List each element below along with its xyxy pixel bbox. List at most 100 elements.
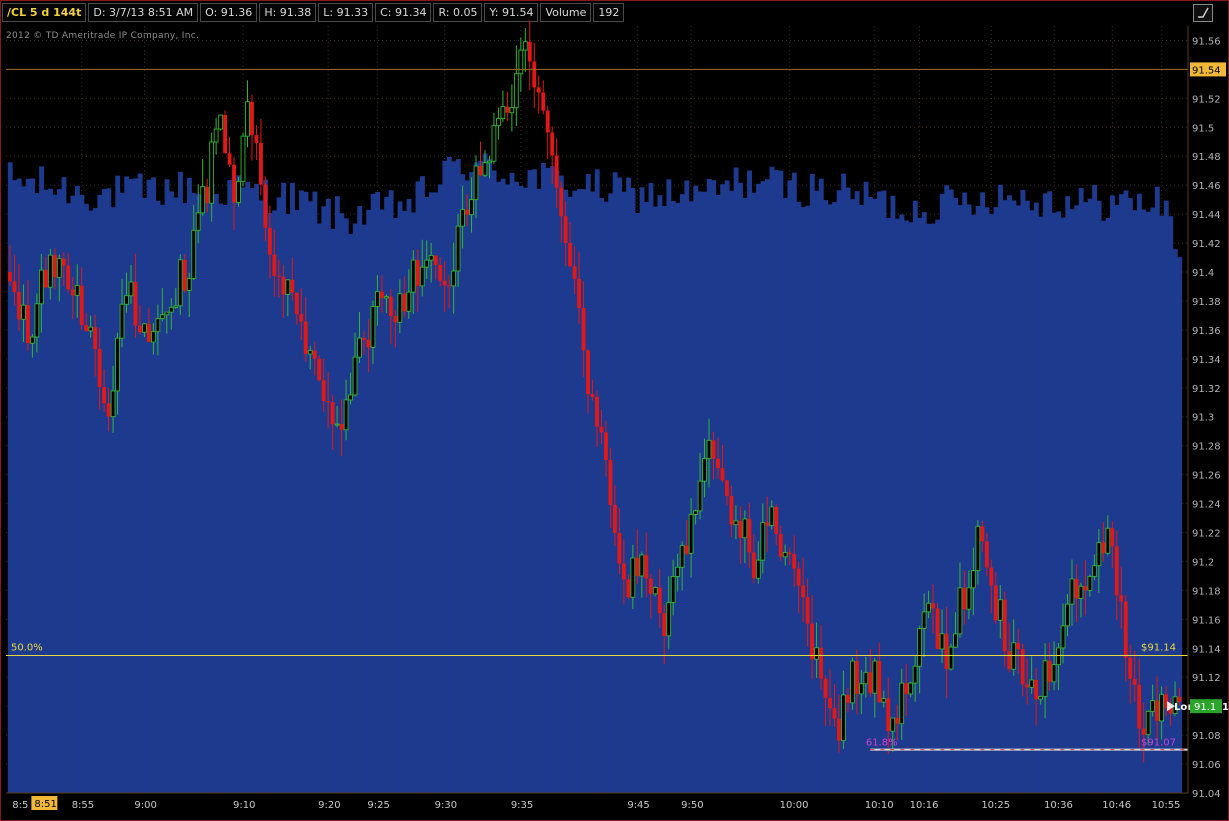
price-tick-label: 91.44 (1192, 210, 1221, 221)
candle-body (630, 557, 636, 598)
candle-body (128, 281, 134, 297)
candle-body (159, 314, 165, 320)
volume-bar (670, 200, 676, 793)
price-chart[interactable]: 50.0%$91.1461.8%$91.07Long @91.10 91.569… (0, 0, 1229, 821)
volume-bar (101, 188, 107, 793)
time-tick-label: 9:10 (233, 800, 255, 811)
candle-body (1150, 700, 1156, 712)
price-tick-label: 91.16 (1192, 615, 1221, 626)
time-tick-label: 10:25 (981, 800, 1010, 811)
volume-bar (1087, 198, 1093, 793)
candle-body (782, 552, 788, 558)
candle-body (975, 525, 981, 572)
volume-bar (639, 187, 645, 793)
volume-bar (782, 198, 788, 794)
volume-bar (1015, 205, 1021, 793)
candle-body (814, 647, 819, 660)
candle-body (648, 578, 653, 594)
volume-bar (424, 196, 430, 794)
volume-bar (666, 179, 672, 793)
candle-body (267, 227, 272, 255)
candle-body (290, 279, 295, 293)
volume-bar (989, 214, 994, 794)
candle-body (644, 554, 649, 579)
candle-body (294, 292, 299, 315)
candle-body (276, 275, 281, 277)
candle-body (1159, 693, 1164, 722)
time-tick-label: 10:10 (865, 800, 894, 811)
volume-bar (617, 177, 623, 794)
candle-body (281, 276, 286, 295)
volume-bar (393, 217, 398, 793)
volume-bar (307, 201, 313, 794)
candle-body (769, 506, 775, 526)
candle-body (899, 682, 905, 725)
candle-body (66, 265, 71, 290)
candle-body (679, 545, 685, 568)
price-tick-label: 91.3 (1192, 413, 1214, 424)
candle-body (348, 394, 353, 401)
candle-body (957, 587, 963, 635)
volume-bar (1132, 210, 1138, 793)
volume-bar (357, 206, 363, 794)
volume-bar (227, 180, 233, 793)
candle-body (186, 277, 192, 291)
candle-body (334, 423, 340, 426)
candle-body (465, 209, 469, 215)
volume-bar (240, 187, 246, 793)
candle-body (1016, 642, 1021, 650)
candle-body (953, 633, 958, 648)
time-tick-label: 10:46 (1102, 800, 1131, 811)
candle-body (317, 358, 322, 381)
volume-bar (715, 194, 721, 793)
candle-body (88, 326, 94, 332)
volume-bar (487, 159, 493, 794)
volume-bar (612, 172, 618, 793)
candle-body (330, 402, 335, 425)
volume-bar (778, 170, 784, 793)
volume-bar (491, 170, 497, 793)
volume-bar (258, 200, 264, 793)
candle-body (518, 49, 524, 75)
fib-61-label: 61.8% (866, 738, 898, 749)
candle-body (218, 114, 223, 130)
candle-body (1056, 647, 1061, 666)
volume-bar (765, 179, 770, 793)
candle-body (670, 575, 676, 603)
volume-bar (554, 171, 560, 794)
candle-body (442, 280, 447, 286)
candle-body (854, 661, 859, 694)
volume-bar (684, 180, 690, 793)
volume-bar (446, 156, 452, 794)
candle-body (1083, 586, 1088, 591)
candle-body (545, 110, 550, 133)
volume-bar (249, 187, 255, 794)
candle-body (666, 602, 672, 637)
candle-body (716, 458, 720, 469)
volume-bar (1051, 212, 1057, 793)
volume-bar (500, 178, 506, 793)
candle-body (1177, 696, 1182, 702)
candle-body (115, 337, 120, 392)
volume-bar (800, 207, 806, 793)
candle-body (617, 532, 622, 564)
volume-bar (299, 190, 304, 793)
volume-bar (760, 181, 766, 794)
candle-body (554, 155, 559, 188)
volume-bar (1119, 194, 1124, 793)
candle-body (1110, 528, 1115, 547)
volume-bar (523, 187, 528, 793)
candle-body (1034, 679, 1039, 700)
volume-bar (818, 178, 824, 794)
volume-bar (330, 228, 336, 793)
price-tick-label: 91.34 (1192, 355, 1221, 366)
volume-bar (509, 172, 515, 793)
candle-body (1105, 527, 1111, 554)
candle-body (1137, 684, 1142, 729)
volume-bar (957, 205, 963, 793)
volume-bar (106, 188, 112, 794)
candle-body (410, 259, 416, 293)
volume-bar (747, 170, 752, 793)
volume-bar (809, 173, 815, 794)
candle-body (563, 216, 568, 243)
